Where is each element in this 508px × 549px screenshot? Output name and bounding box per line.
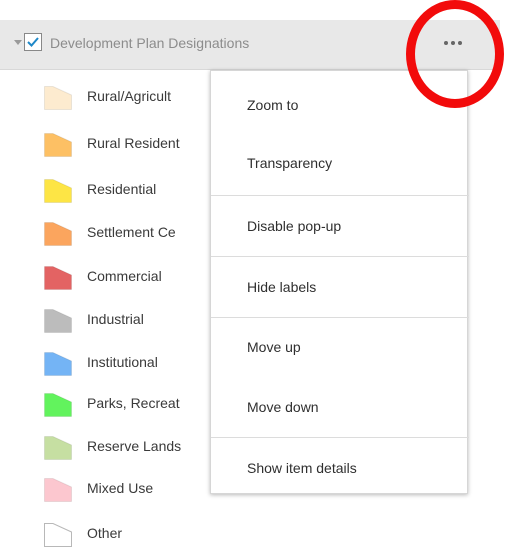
menu-divider bbox=[211, 317, 469, 318]
legend-swatch bbox=[44, 309, 72, 333]
menu-divider bbox=[211, 256, 469, 257]
caret-down-icon[interactable] bbox=[14, 40, 22, 45]
legend-swatch bbox=[44, 266, 72, 290]
legend-label: Commercial bbox=[87, 268, 162, 284]
legend-label: Institutional bbox=[87, 354, 158, 370]
menu-item-move-down[interactable]: Move down bbox=[211, 387, 469, 427]
legend-label: Industrial bbox=[87, 311, 144, 327]
legend-item: Other bbox=[0, 519, 500, 549]
legend-swatch bbox=[44, 352, 72, 376]
checkmark-icon bbox=[27, 37, 39, 47]
legend-swatch bbox=[44, 179, 72, 203]
menu-item-transparency[interactable]: Transparency bbox=[211, 143, 469, 183]
layer-title: Development Plan Designations bbox=[50, 35, 250, 51]
legend-swatch bbox=[44, 393, 72, 417]
legend-label: Settlement Ce bbox=[87, 224, 176, 240]
legend-swatch bbox=[44, 523, 72, 547]
layer-list-panel: Development Plan Designations Rural/Agri… bbox=[0, 0, 508, 549]
legend-label: Rural Resident bbox=[87, 135, 180, 151]
legend-label: Reserve Lands bbox=[87, 438, 182, 454]
layer-context-menu: Zoom to Transparency Disable pop-up Hide la… bbox=[210, 70, 469, 494]
menu-divider bbox=[211, 195, 469, 196]
legend-swatch bbox=[44, 133, 72, 157]
legend-swatch bbox=[44, 436, 72, 460]
menu-item-hide-labels[interactable]: Hide labels bbox=[211, 267, 469, 307]
layer-visibility-checkbox[interactable] bbox=[24, 33, 42, 51]
legend-label: Rural/Agricult bbox=[87, 88, 172, 104]
menu-divider bbox=[211, 437, 469, 438]
legend-label: Residential bbox=[87, 181, 157, 197]
legend-label: Parks, Recreat bbox=[87, 395, 180, 411]
legend-label: Mixed Use bbox=[87, 480, 154, 496]
menu-item-disable-pop-up[interactable]: Disable pop-up bbox=[211, 206, 469, 246]
menu-item-show-item-details[interactable]: Show item details bbox=[211, 448, 469, 488]
legend-label: Other bbox=[87, 525, 123, 541]
annotation-circle bbox=[406, 0, 504, 108]
legend-swatch bbox=[44, 86, 72, 110]
legend-swatch bbox=[44, 478, 72, 502]
menu-item-move-up[interactable]: Move up bbox=[211, 327, 469, 367]
legend-swatch bbox=[44, 222, 72, 246]
